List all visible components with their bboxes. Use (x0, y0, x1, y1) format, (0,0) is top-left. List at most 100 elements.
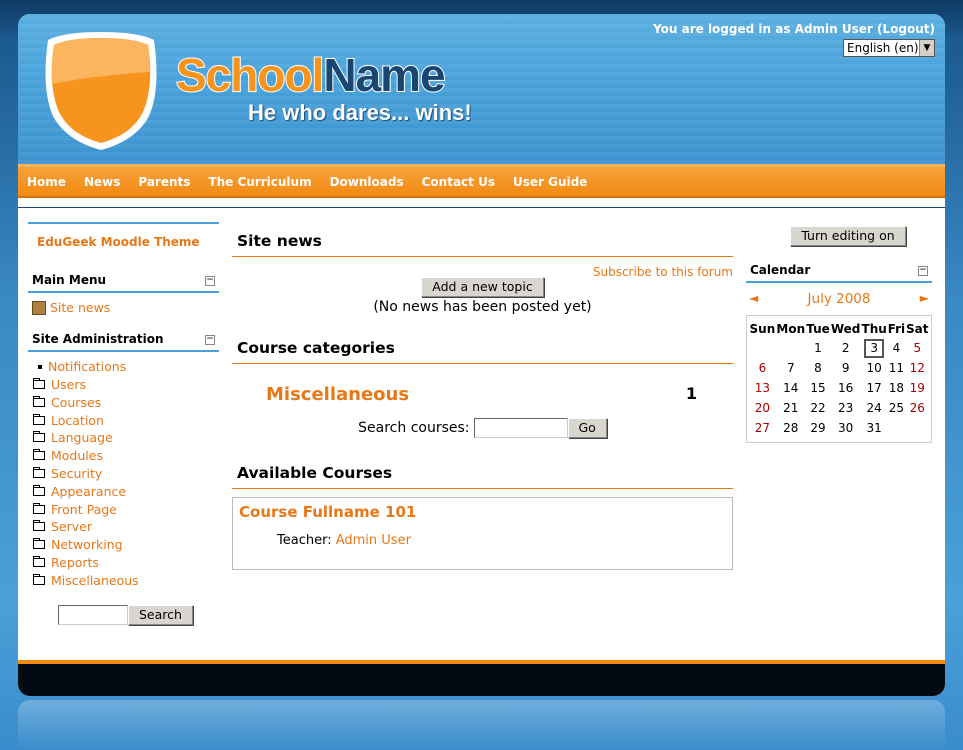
tagline: He who dares... wins! (248, 100, 472, 125)
calendar-day (776, 338, 806, 358)
admin-link-front-page[interactable]: Front Page (51, 502, 117, 517)
right-column: Turn editing on Calendar − ◄ July 2008 ► … (746, 226, 932, 443)
search-input[interactable] (58, 605, 128, 626)
logout-link[interactable]: (Logout) (877, 22, 935, 36)
admin-item-language[interactable]: Language (32, 429, 215, 447)
admin-link-users[interactable]: Users (51, 377, 86, 392)
nav-user-guide[interactable]: User Guide (513, 175, 587, 189)
teacher-link[interactable]: Admin User (336, 533, 411, 548)
calendar-day[interactable]: 4 (887, 338, 905, 358)
calendar-day[interactable]: 2 (830, 338, 861, 358)
calendar-day[interactable]: 18 (887, 378, 905, 398)
calendar-day[interactable]: 9 (830, 358, 861, 378)
calendar-today[interactable]: 3 (864, 338, 884, 358)
calendar-week-row: 12345 (749, 338, 929, 358)
calendar-day[interactable]: 7 (776, 358, 806, 378)
calendar-day[interactable]: 5 (906, 338, 929, 358)
admin-link-notifications[interactable]: Notifications (48, 359, 126, 374)
calendar-day[interactable]: 31 (861, 418, 887, 438)
admin-link-location[interactable]: Location (51, 413, 104, 428)
admin-link-server[interactable]: Server (51, 519, 92, 534)
admin-item-reports[interactable]: Reports (32, 554, 215, 572)
search-courses-input[interactable] (473, 418, 568, 438)
theme-block: EduGeek Moodle Theme (28, 222, 219, 270)
calendar-day[interactable]: 3 (861, 338, 887, 358)
calendar-day[interactable]: 16 (830, 378, 861, 398)
admin-item-front-page[interactable]: Front Page (32, 500, 215, 518)
main-menu-site-news-link[interactable]: Site news (50, 300, 110, 315)
admin-link-security[interactable]: Security (51, 466, 102, 481)
admin-link-networking[interactable]: Networking (51, 537, 123, 552)
nav-parents[interactable]: Parents (138, 175, 190, 189)
prev-month-icon[interactable]: ◄ (749, 291, 758, 307)
category-link[interactable]: Miscellaneous (266, 384, 409, 418)
admin-link-modules[interactable]: Modules (51, 448, 103, 463)
admin-item-server[interactable]: Server (32, 518, 215, 536)
login-info: You are logged in as Admin User (Logout) (653, 22, 935, 36)
admin-link-miscellaneous[interactable]: Miscellaneous (51, 573, 139, 588)
admin-item-miscellaneous[interactable]: Miscellaneous (32, 571, 215, 589)
subscribe-link[interactable]: Subscribe to this forum (593, 265, 733, 279)
calendar-day[interactable]: 20 (749, 398, 776, 418)
collapse-icon[interactable]: − (205, 334, 215, 345)
calendar-table: Sun Mon Tue Wed Thu Fri Sat 1 2 3 4 5 6 7 8 9 10 11 12 13 1… (749, 320, 929, 438)
calendar-day[interactable]: 12 (906, 358, 929, 378)
turn-editing-on-button[interactable]: Turn editing on (790, 226, 906, 246)
admin-item-courses[interactable]: Courses (32, 393, 215, 411)
go-button[interactable]: Go (567, 418, 607, 438)
calendar-day[interactable]: 25 (887, 398, 905, 418)
admin-link-appearance[interactable]: Appearance (51, 484, 126, 499)
calendar-day[interactable]: 29 (806, 418, 831, 438)
site-admin-title-text: Site Administration (32, 331, 164, 346)
collapse-icon[interactable]: − (205, 276, 215, 286)
login-user-link[interactable]: Admin User (795, 22, 873, 36)
calendar-day[interactable]: 28 (776, 418, 806, 438)
calendar-day[interactable]: 27 (749, 418, 776, 438)
language-select[interactable]: English (en) ▼ (843, 39, 935, 57)
weekday-label: Tue (806, 322, 830, 336)
site-admin-list: Notifications Users Courses Location Langua… (28, 352, 219, 601)
admin-link-language[interactable]: Language (51, 430, 113, 445)
calendar-week-row: 20 21 22 23 24 25 26 (749, 398, 929, 418)
calendar-day (906, 418, 929, 438)
admin-item-notifications[interactable]: Notifications (32, 358, 215, 376)
nav-contact[interactable]: Contact Us (422, 175, 495, 189)
calendar-day[interactable]: 26 (906, 398, 929, 418)
calendar-day[interactable]: 17 (861, 378, 887, 398)
admin-item-location[interactable]: Location (32, 411, 215, 429)
calendar-day[interactable]: 10 (861, 358, 887, 378)
admin-item-appearance[interactable]: Appearance (32, 482, 215, 500)
admin-item-modules[interactable]: Modules (32, 447, 215, 465)
calendar-day[interactable]: 13 (749, 378, 776, 398)
calendar-month[interactable]: July 2008 (808, 291, 871, 307)
collapse-icon[interactable]: − (918, 266, 928, 276)
calendar-day[interactable]: 1 (806, 338, 831, 358)
calendar-day[interactable]: 14 (776, 378, 806, 398)
main-menu-item[interactable]: Site news (32, 299, 215, 317)
nav-home[interactable]: Home (27, 175, 66, 189)
calendar-day[interactable]: 22 (806, 398, 831, 418)
nav-downloads[interactable]: Downloads (330, 175, 404, 189)
admin-item-networking[interactable]: Networking (32, 536, 215, 554)
admin-item-users[interactable]: Users (32, 376, 215, 394)
admin-link-courses[interactable]: Courses (51, 395, 101, 410)
admin-link-reports[interactable]: Reports (51, 555, 99, 570)
calendar-day[interactable]: 6 (749, 358, 776, 378)
no-news-text: (No news has been posted yet) (373, 299, 592, 315)
add-topic-button[interactable]: Add a new topic (421, 277, 544, 297)
calendar-day[interactable]: 24 (861, 398, 887, 418)
calendar-day[interactable]: 21 (776, 398, 806, 418)
admin-item-security[interactable]: Security (32, 465, 215, 483)
calendar-day[interactable]: 15 (806, 378, 831, 398)
calendar-day[interactable]: 19 (906, 378, 929, 398)
calendar-day[interactable]: 11 (887, 358, 905, 378)
calendar-day[interactable]: 23 (830, 398, 861, 418)
nav-curriculum[interactable]: The Curriculum (208, 175, 311, 189)
calendar-day[interactable]: 30 (830, 418, 861, 438)
course-link[interactable]: Course Fullname 101 (239, 503, 416, 521)
calendar-day[interactable]: 8 (806, 358, 831, 378)
nav-news[interactable]: News (84, 175, 120, 189)
search-button[interactable]: Search (128, 605, 193, 626)
language-value: English (en) (847, 41, 919, 55)
next-month-icon[interactable]: ► (920, 291, 929, 307)
